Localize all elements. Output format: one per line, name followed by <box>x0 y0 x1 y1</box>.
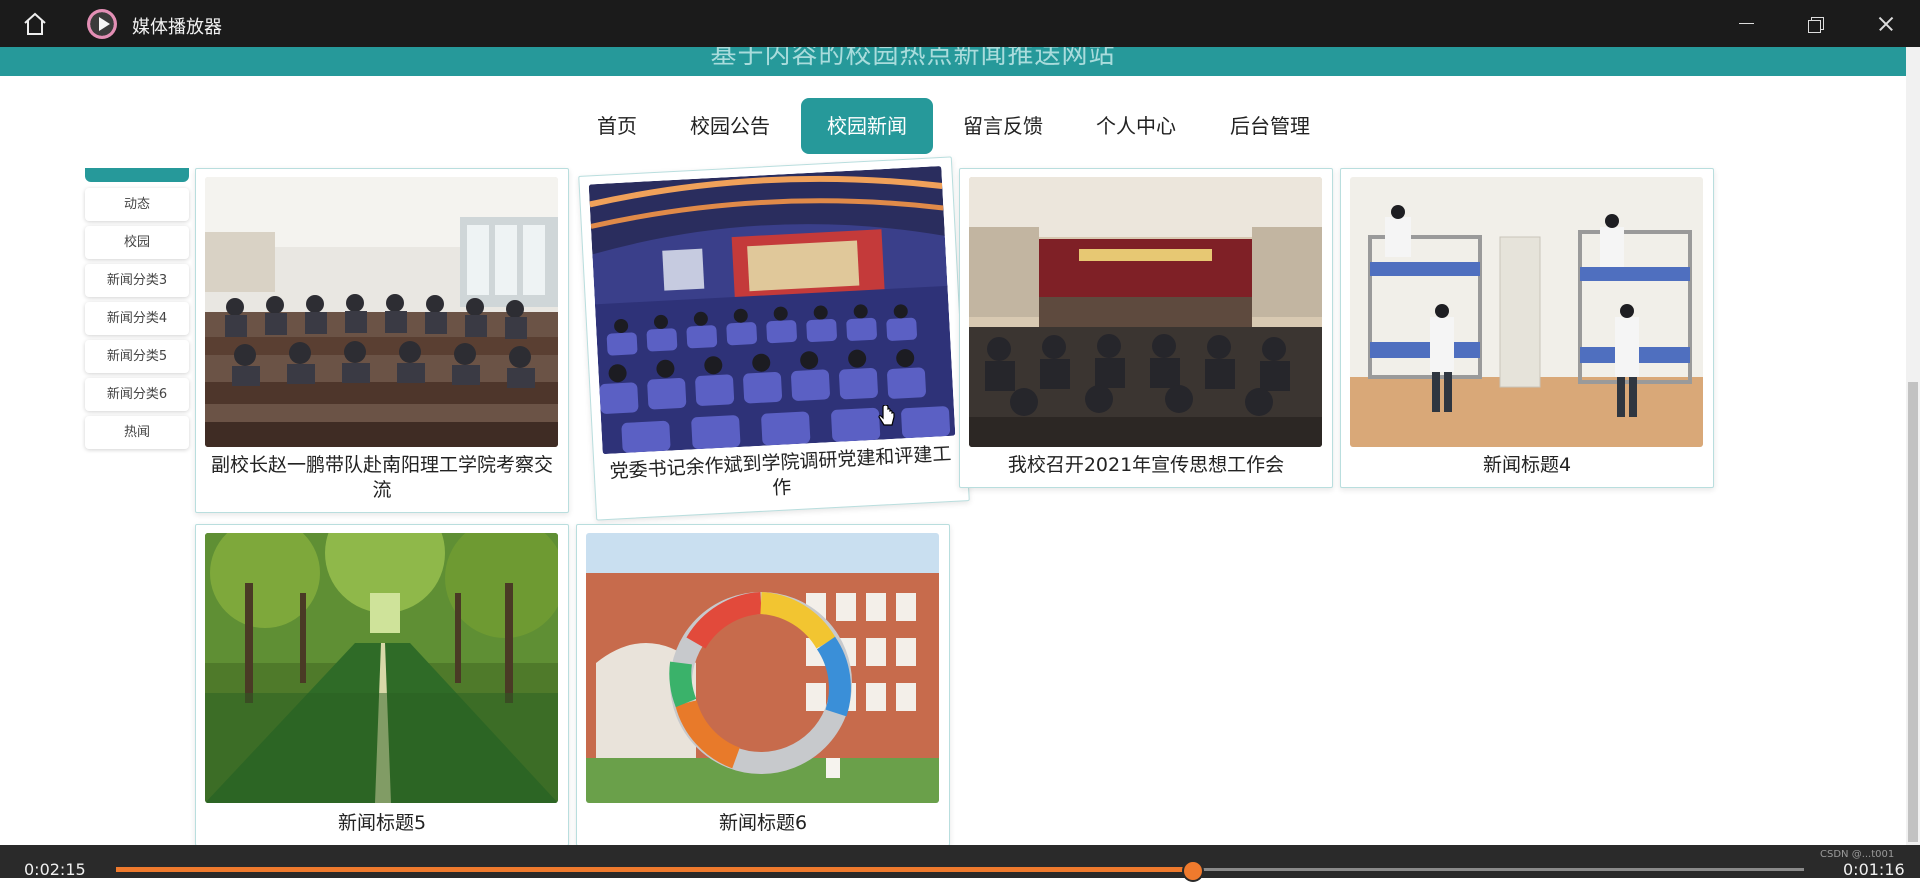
restore-button[interactable] <box>1785 0 1845 47</box>
news-title[interactable]: 我校召开2021年宣传思想工作会 <box>968 453 1324 478</box>
progress-fill <box>116 867 1193 872</box>
nav-admin[interactable]: 后台管理 <box>1218 98 1322 154</box>
sidebar-item-category6[interactable]: 新闻分类6 <box>85 378 189 411</box>
watermark: CSDN @...t001 <box>1820 849 1895 860</box>
elapsed-time: 0:02:15 <box>24 860 86 879</box>
progress-handle[interactable] <box>1182 860 1204 882</box>
minimize-button[interactable] <box>1716 0 1776 47</box>
close-button[interactable] <box>1855 0 1915 47</box>
news-card[interactable]: 党委书记余作斌到学院调研党建和评建工作 <box>578 156 970 521</box>
player-controls: 0:02:15 0:01:16 CSDN @...t001 <box>0 845 1920 882</box>
sidebar-item-campus[interactable]: 校园 <box>85 226 189 259</box>
sidebar-item-category4[interactable]: 新闻分类4 <box>85 302 189 335</box>
home-icon[interactable] <box>22 11 48 37</box>
campus-sculpture-photo[interactable] <box>586 533 939 803</box>
sidebar-item-hot-news[interactable]: 热闻 <box>85 416 189 449</box>
news-card[interactable]: 新闻标题6 <box>576 524 950 846</box>
player-title-bar: 媒体播放器 <box>0 0 1920 47</box>
sidebar-item-category3[interactable]: 新闻分类3 <box>85 264 189 297</box>
player-title: 媒体播放器 <box>132 17 222 38</box>
main-nav: 首页 校园公告 校园新闻 留言反馈 个人中心 后台管理 <box>0 98 1906 154</box>
news-card[interactable]: 副校长赵一鹏带队赴南阳理工学院考察交流 <box>195 168 569 513</box>
dormitory-photo[interactable] <box>1350 177 1703 447</box>
nav-campus-news[interactable]: 校园新闻 <box>801 98 933 154</box>
sidebar-item-dynamic[interactable]: 动态 <box>85 188 189 221</box>
news-title[interactable]: 新闻标题4 <box>1349 453 1705 478</box>
nav-home[interactable]: 首页 <box>580 98 654 154</box>
sidebar-header-strip <box>85 168 189 182</box>
news-card[interactable]: 我校召开2021年宣传思想工作会 <box>959 168 1333 488</box>
news-card[interactable]: 新闻标题5 <box>195 524 569 846</box>
media-player-icon <box>87 9 117 39</box>
nav-campus-notice[interactable]: 校园公告 <box>680 98 780 154</box>
hand-cursor-icon <box>877 404 897 433</box>
sidebar-item-category5[interactable]: 新闻分类5 <box>85 340 189 373</box>
auditorium-photo[interactable] <box>588 166 956 455</box>
page-scrollbar-thumb[interactable] <box>1908 382 1918 842</box>
news-title[interactable]: 新闻标题5 <box>204 811 560 836</box>
news-card[interactable]: 新闻标题4 <box>1340 168 1714 488</box>
nav-personal-center[interactable]: 个人中心 <box>1084 98 1188 154</box>
news-title[interactable]: 新闻标题6 <box>585 811 941 836</box>
meeting-hall-photo[interactable] <box>969 177 1322 447</box>
news-title[interactable]: 党委书记余作斌到学院调研党建和评建工作 <box>602 442 960 511</box>
nav-feedback[interactable]: 留言反馈 <box>951 98 1055 154</box>
news-title[interactable]: 副校长赵一鹏带队赴南阳理工学院考察交流 <box>204 453 560 503</box>
remaining-time: 0:01:16 <box>1843 860 1905 879</box>
tree-path-photo[interactable] <box>205 533 558 803</box>
conference-room-photo[interactable] <box>205 177 558 447</box>
